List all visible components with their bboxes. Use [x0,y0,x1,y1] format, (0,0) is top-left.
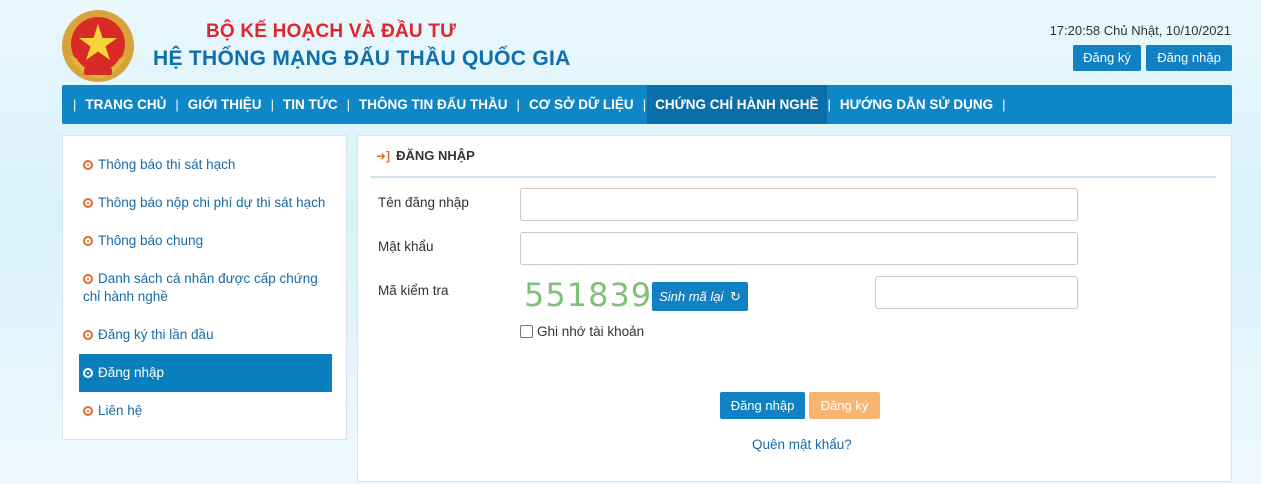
captcha-image: 551839 [524,276,653,314]
captcha-label: Mã kiểm tra [378,283,449,298]
username-input[interactable] [520,188,1078,221]
password-label: Mật khẩu [378,239,434,254]
remember-me[interactable]: Ghi nhớ tài khoản [520,324,644,339]
panel-title: ➜] ĐĂNG NHẬP [376,148,475,163]
sidebar-item-label: Đăng nhập [98,365,165,380]
sidebar-item-label: Đăng ký thi lần đầu [98,327,214,342]
regenerate-captcha-button[interactable]: Sinh mã lại ↻ [652,282,748,311]
header-login-button[interactable]: Đăng nhập [1146,45,1232,71]
sign-in-icon: ➜] [376,149,391,163]
sidebar-item-certified-list[interactable]: Danh sách cá nhân được cấp chứng chỉ hàn… [79,270,332,306]
nav-item-bidding-info[interactable]: THÔNG TIN ĐẤU THẦU [351,85,516,124]
sidebar-item-fee-notice[interactable]: Thông báo nộp chi phí dự thi sát hạch [79,194,332,212]
datetime-display: 17:20:58 Chủ Nhật, 10/10/2021 [1049,23,1231,38]
nav-separator: | [1002,97,1006,112]
sidebar-item-login[interactable]: Đăng nhập [79,354,332,392]
password-input[interactable] [520,232,1078,265]
captcha-input[interactable] [875,276,1078,309]
circle-dot-icon [83,330,93,340]
page: BỘ KẾ HOẠCH VÀ ĐẦU TƯ HỆ THỐNG MẠNG ĐẤU … [0,0,1261,484]
panel-divider [370,176,1216,178]
sidebar-item-label: Thông báo thi sát hạch [98,157,236,172]
circle-dot-icon [83,368,93,378]
circle-dot-icon [83,160,93,170]
circle-dot-icon [83,198,93,208]
sidebar-item-contact[interactable]: Liên hệ [79,402,332,420]
nav-item-certificates[interactable]: CHỨNG CHỈ HÀNH NGHỀ [647,85,827,124]
sidebar-item-exam-notice[interactable]: Thông báo thi sát hạch [79,156,332,174]
forgot-password-link[interactable]: Quên mật khẩu? [752,437,852,452]
remember-checkbox[interactable] [520,325,533,338]
main-nav: | TRANG CHỦ | GIỚI THIỆU | TIN TỨC | THÔ… [62,85,1232,124]
sidebar-item-label: Danh sách cá nhân được cấp chứng chỉ hàn… [83,271,318,304]
sidebar: Thông báo thi sát hạch Thông báo nộp chi… [62,135,347,440]
sidebar-item-first-exam-registration[interactable]: Đăng ký thi lần đầu [79,326,332,344]
nav-item-news[interactable]: TIN TỨC [275,85,346,124]
nav-item-user-guide[interactable]: HƯỚNG DẪN SỬ DỤNG [832,85,1001,124]
register-button[interactable]: Đăng ký [809,392,880,419]
sidebar-item-label: Liên hệ [98,403,143,418]
nav-item-home[interactable]: TRANG CHỦ [77,85,174,124]
header-register-button[interactable]: Đăng ký [1073,45,1141,71]
nav-item-about[interactable]: GIỚI THIỆU [180,85,270,124]
national-emblem-icon [62,10,134,82]
regenerate-label: Sinh mã lại [659,289,724,304]
circle-dot-icon [83,406,93,416]
login-panel: ➜] ĐĂNG NHẬP Tên đăng nhập Mật khẩu Mã ki… [357,135,1232,482]
sidebar-item-label: Thông báo chung [98,233,204,248]
sidebar-item-general-notice[interactable]: Thông báo chung [79,232,332,250]
remember-label: Ghi nhớ tài khoản [537,324,645,339]
circle-dot-icon [83,274,93,284]
panel-title-text: ĐĂNG NHẬP [396,148,475,163]
ministry-title: BỘ KẾ HOẠCH VÀ ĐẦU TƯ [206,21,457,42]
login-button[interactable]: Đăng nhập [720,392,805,419]
refresh-icon: ↻ [730,289,741,304]
system-title: HỆ THỐNG MẠNG ĐẤU THẦU QUỐC GIA [153,47,571,70]
nav-item-database[interactable]: CƠ SỞ DỮ LIỆU [521,85,642,124]
username-label: Tên đăng nhập [378,195,469,210]
sidebar-item-label: Thông báo nộp chi phí dự thi sát hạch [98,195,326,210]
circle-dot-icon [83,236,93,246]
